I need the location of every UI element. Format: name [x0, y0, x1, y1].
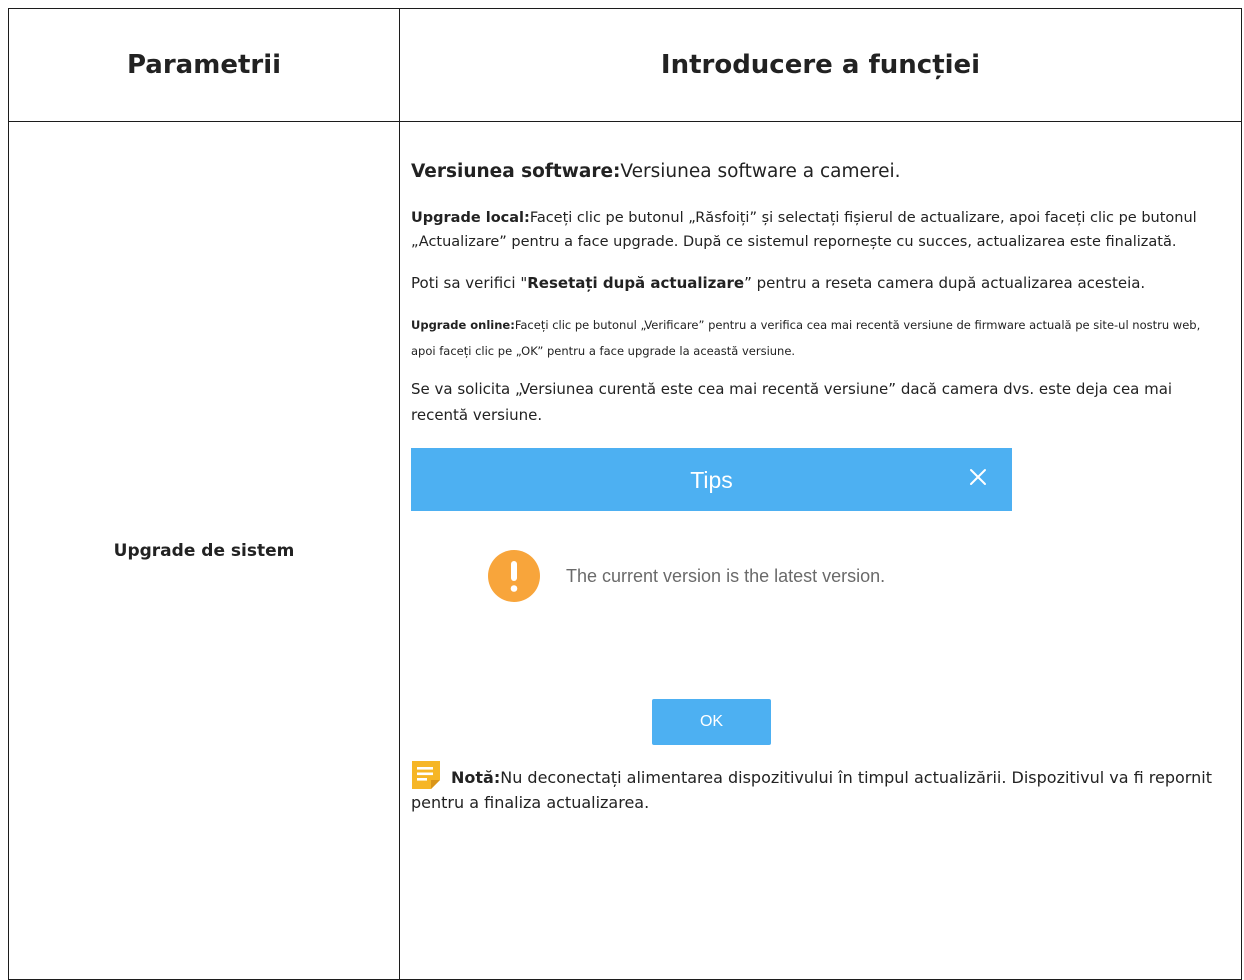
table-header-row: Parametrii Introducere a funcției — [8, 8, 1242, 122]
reset-suffix: ” pentru a reseta camera după actualizar… — [744, 274, 1146, 292]
software-version-text: Versiunea software a camerei. — [620, 161, 901, 182]
description-cell: Versiunea software:Versiunea software a … — [399, 121, 1242, 980]
description: Versiunea software:Versiunea software a … — [400, 122, 1241, 815]
local-upgrade-text: Faceți clic pe butonul „Răsfoiți” și sel… — [411, 210, 1197, 250]
close-icon[interactable] — [966, 465, 990, 489]
local-upgrade-label: Upgrade local: — [411, 210, 530, 226]
software-version-label: Versiunea software: — [411, 161, 621, 182]
reset-after-upgrade-paragraph: Poti sa verifici "Resetați după actualiz… — [411, 271, 1221, 295]
tips-dialog: Tips The current version is the latest v… — [411, 448, 1012, 760]
reset-prefix: Poti sa verifici " — [411, 274, 528, 292]
parameters-table: Parametrii Introducere a funcției Upgrad… — [8, 8, 1242, 980]
reset-after-upgrade-label: Resetați după actualizare — [527, 274, 745, 292]
note-icon — [412, 761, 440, 789]
online-upgrade-label: Upgrade online: — [411, 318, 515, 332]
ok-button[interactable]: OK — [652, 699, 771, 745]
software-version-paragraph: Versiunea software:Versiunea software a … — [411, 159, 1221, 185]
local-upgrade-paragraph: Upgrade local:Faceți clic pe butonul „Ră… — [411, 206, 1221, 254]
note-text: Nu deconectați alimentarea dispozitivulu… — [411, 768, 1212, 812]
latest-version-prompt: Se va solicita „Versiunea curentă este c… — [411, 380, 1173, 424]
online-upgrade-paragraph: Upgrade online:Faceți clic pe butonul „V… — [411, 312, 1221, 364]
param-name-cell: Upgrade de sistem — [8, 121, 400, 980]
header-parametrii: Parametrii — [8, 8, 400, 122]
table-row: Upgrade de sistem Versiunea software:Ver… — [8, 121, 1242, 980]
online-upgrade-text: Faceți clic pe butonul „Verificare” pent… — [411, 318, 1201, 358]
header-introducere: Introducere a funcției — [399, 8, 1242, 122]
dialog-message: The current version is the latest versio… — [566, 566, 886, 586]
dialog-title: Tips — [690, 466, 733, 493]
note-paragraph: Notă:Nu deconectați alimentarea dispozit… — [411, 760, 1221, 815]
warning-icon — [488, 550, 540, 602]
note-label: Notă: — [451, 768, 501, 787]
dialog-body: The current version is the latest versio… — [488, 550, 885, 602]
dialog-header: Tips — [411, 448, 1012, 511]
